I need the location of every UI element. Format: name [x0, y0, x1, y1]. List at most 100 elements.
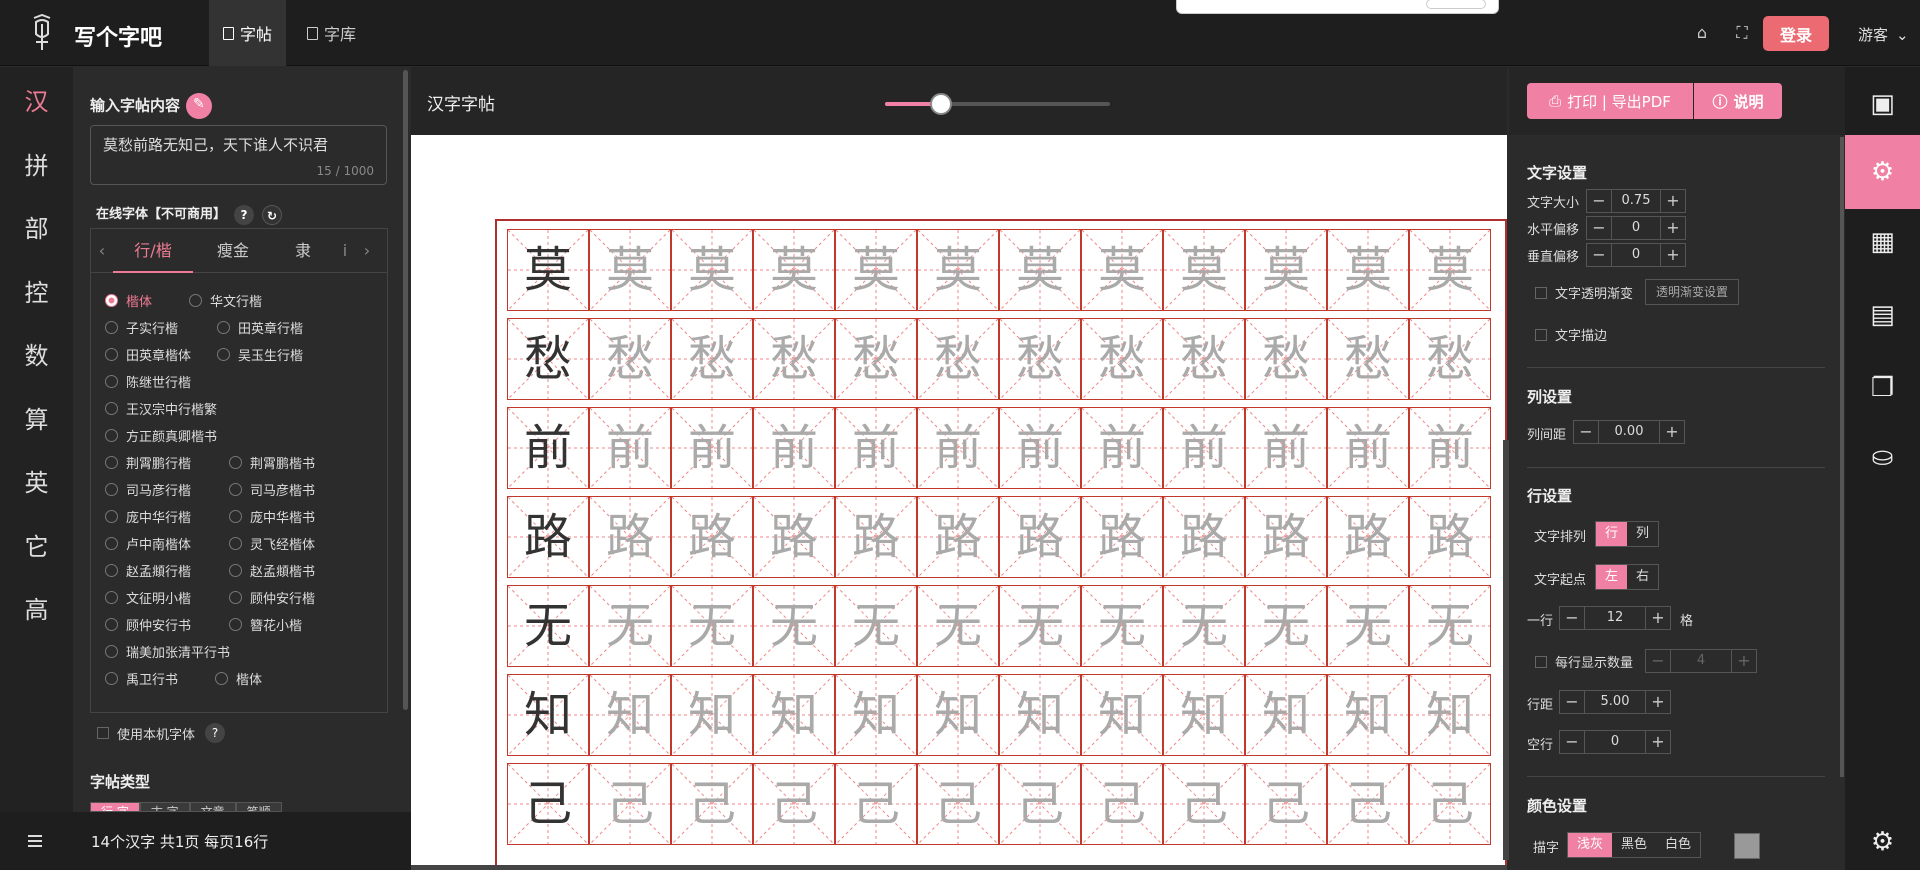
grid-icon[interactable]: ▦: [1845, 205, 1920, 279]
font-option[interactable]: 司马彦楷书: [229, 480, 315, 499]
guest-menu[interactable]: 游客 ⌄: [1858, 24, 1909, 45]
plus-icon[interactable]: +: [1732, 650, 1756, 672]
font-option[interactable]: 顾仲安行楷: [229, 588, 315, 607]
font-option[interactable]: 顾仲安行书: [105, 615, 191, 634]
gear-icon[interactable]: ⚙: [1845, 135, 1920, 209]
col-gap-value[interactable]: 0.00: [1598, 421, 1660, 443]
type-tab[interactable]: 行 字: [90, 802, 140, 812]
trace-color-option[interactable]: 黑色: [1612, 833, 1656, 857]
font-option[interactable]: 荆霄鹏行楷: [105, 453, 191, 472]
trace-color-option[interactable]: 浅灰: [1568, 833, 1613, 857]
rail-item[interactable]: 部: [0, 209, 73, 244]
font-option[interactable]: 楷体: [105, 291, 152, 310]
font-option[interactable]: 庞中华楷书: [229, 507, 315, 526]
rail-item[interactable]: 数: [0, 336, 73, 371]
font-option[interactable]: 赵孟頫行楷: [105, 561, 191, 580]
font-option[interactable]: 庞中华行楷: [105, 507, 191, 526]
minus-icon[interactable]: −: [1574, 421, 1598, 443]
font-option[interactable]: 簪花小楷: [229, 615, 302, 634]
stroke-checkbox[interactable]: 文字描边: [1535, 325, 1607, 344]
size-stepper[interactable]: −0.75 +: [1586, 189, 1686, 213]
layout-icon[interactable]: ▣: [1845, 67, 1920, 141]
local-font-checkbox[interactable]: 使用本机字体?: [97, 723, 226, 743]
arrange-option[interactable]: 列: [1627, 522, 1658, 546]
font-option[interactable]: 瑞美加张清平行书: [105, 642, 230, 661]
font-option[interactable]: 文征明小楷: [105, 588, 191, 607]
canvas-hscrollbar[interactable]: [411, 865, 1507, 870]
blank-stepper[interactable]: −0 +: [1559, 730, 1671, 754]
minus-icon[interactable]: −: [1560, 607, 1584, 629]
show-count-value[interactable]: 4: [1670, 650, 1732, 672]
plus-icon[interactable]: +: [1646, 607, 1670, 629]
size-value[interactable]: 0.75: [1611, 190, 1661, 212]
line-spacing-stepper[interactable]: −5.00 +: [1559, 690, 1671, 714]
rail-item[interactable]: 它: [0, 527, 73, 562]
type-tab[interactable]: 文章: [189, 802, 236, 812]
edit-icon[interactable]: [186, 93, 213, 119]
stamp-icon[interactable]: ⛀: [1845, 420, 1920, 494]
font-tab[interactable]: 瘦金: [193, 229, 273, 273]
plus-icon[interactable]: +: [1661, 244, 1685, 266]
rail-item[interactable]: 高: [0, 590, 73, 625]
gradient-settings-button[interactable]: 透明渐变设置: [1645, 279, 1740, 305]
left-scrollbar[interactable]: [403, 70, 408, 710]
rail-item[interactable]: 控: [0, 273, 73, 308]
font-option[interactable]: 华文行楷: [189, 291, 262, 310]
login-button[interactable]: 登录: [1763, 16, 1829, 51]
tab-copybook[interactable]: 字帖: [209, 0, 287, 66]
plus-icon[interactable]: +: [1661, 217, 1685, 239]
font-tab[interactable]: 隶: [273, 229, 333, 273]
help-button[interactable]: ⓘ 说明: [1694, 83, 1782, 119]
rail-item[interactable]: 汉: [0, 82, 73, 117]
font-option[interactable]: 禹卫行书: [105, 669, 178, 688]
help-icon[interactable]: ?: [234, 204, 255, 225]
plus-icon[interactable]: +: [1661, 190, 1685, 212]
gradient-checkbox[interactable]: 文字透明渐变: [1535, 283, 1633, 302]
minus-icon[interactable]: −: [1560, 731, 1584, 753]
copy-icon[interactable]: ❐: [1845, 351, 1920, 425]
minus-icon[interactable]: −: [1587, 217, 1611, 239]
trace-color-option[interactable]: 白色: [1656, 833, 1700, 857]
font-tab[interactable]: 行/楷: [113, 229, 193, 273]
per-line-stepper[interactable]: −12 +: [1559, 606, 1671, 630]
type-tab[interactable]: 笔顺: [235, 802, 282, 812]
minus-icon[interactable]: −: [1560, 691, 1584, 713]
minus-icon[interactable]: −: [1587, 244, 1611, 266]
line-spacing-value[interactable]: 5.00: [1584, 691, 1646, 713]
rail-item[interactable]: 算: [0, 400, 73, 435]
page-icon[interactable]: ▤: [1845, 278, 1920, 352]
font-option[interactable]: 田英章楷体: [105, 345, 191, 364]
plus-icon[interactable]: +: [1646, 731, 1670, 753]
settings-scrollbar[interactable]: [1840, 137, 1844, 777]
tab-next-icon[interactable]: ›: [357, 229, 377, 273]
font-option[interactable]: 灵飞经楷体: [229, 534, 315, 553]
voffset-stepper[interactable]: −0 +: [1586, 243, 1686, 267]
popup-button[interactable]: [1426, 0, 1486, 9]
font-option[interactable]: 子实行楷: [105, 318, 178, 337]
font-tab[interactable]: i: [333, 229, 357, 273]
per-line-value[interactable]: 12: [1584, 607, 1646, 629]
rail-item[interactable]: 英: [0, 463, 73, 498]
font-option[interactable]: 卢中南楷体: [105, 534, 191, 553]
arrange-option[interactable]: 行: [1596, 522, 1628, 546]
color-picker[interactable]: [1734, 833, 1760, 859]
show-count-checkbox[interactable]: 每行显示数量: [1535, 652, 1633, 671]
tab-font-library[interactable]: 字库: [293, 0, 370, 66]
minus-icon[interactable]: −: [1646, 650, 1670, 672]
tab-prev-icon[interactable]: ‹: [91, 229, 113, 273]
settings-gear-icon[interactable]: ⚙: [1845, 805, 1920, 870]
font-option[interactable]: 方正颜真卿楷书: [105, 426, 217, 445]
start-option[interactable]: 右: [1627, 565, 1658, 589]
col-gap-stepper[interactable]: −0.00 +: [1573, 420, 1685, 444]
font-option[interactable]: 赵孟頫楷书: [229, 561, 315, 580]
blank-value[interactable]: 0: [1584, 731, 1646, 753]
plus-icon[interactable]: +: [1646, 691, 1670, 713]
font-option[interactable]: 荆霄鹏楷书: [229, 453, 315, 472]
hoffset-stepper[interactable]: −0 +: [1586, 216, 1686, 240]
fullscreen-icon[interactable]: ⛶: [1733, 24, 1751, 42]
zoom-slider[interactable]: [885, 93, 1110, 115]
font-option[interactable]: 田英章行楷: [217, 318, 303, 337]
show-count-stepper[interactable]: −4 +: [1645, 649, 1757, 673]
font-option[interactable]: 陈继世行楷: [105, 372, 191, 391]
hoffset-value[interactable]: 0: [1611, 217, 1661, 239]
